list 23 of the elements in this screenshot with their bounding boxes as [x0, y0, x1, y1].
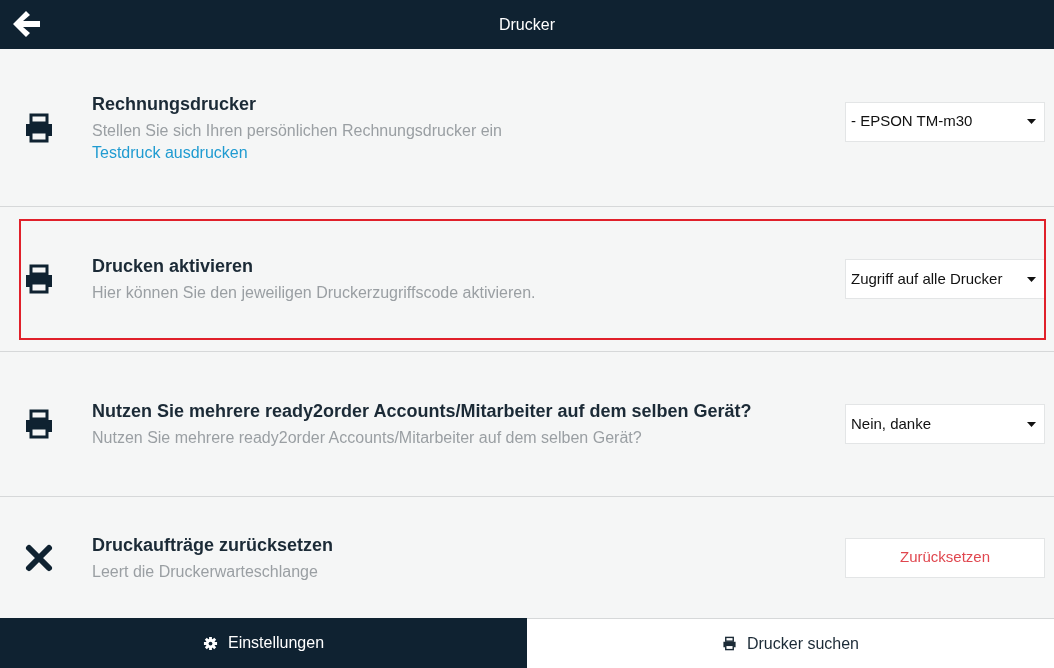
dropdown-select[interactable]: Zugriff auf alle Drucker [845, 259, 1045, 299]
dropdown-select[interactable]: Nein, danke [845, 404, 1045, 444]
section-description: Hier können Sie den jeweiligen Druckerzugriffscode aktivieren. [92, 283, 537, 303]
section-description: Stellen Sie sich Ihren persönlichen Rechnungsdrucker ein [92, 120, 503, 141]
section-title: Druckaufträge zurücksetzen [92, 533, 335, 557]
section-title: Drucken aktivieren [92, 255, 255, 278]
section-title: Rechnungsdrucker [92, 92, 258, 116]
printer-icon [721, 636, 737, 651]
caret-icon [1027, 421, 1036, 427]
dropdown-select[interactable]: - EPSON TM-m30 [845, 101, 1045, 142]
printer-icon [23, 408, 55, 440]
caret-icon [1027, 276, 1036, 282]
page-title: Drucker [499, 14, 555, 35]
caret-icon [1027, 119, 1036, 124]
settings-icon [202, 635, 218, 651]
printer-icon [23, 263, 55, 295]
footer-tab[interactable]: Einstellungen [0, 618, 527, 668]
section-title: Nutzen Sie mehrere ready2order Accounts/Mitarbeiter auf dem selben Gerät? [92, 400, 753, 423]
section-description: Leert die Druckerwarteschlange [92, 561, 319, 582]
reset-button[interactable]: Zurücksetzen [845, 537, 1045, 578]
footer-tab[interactable]: Drucker suchen [527, 618, 1054, 668]
printer-icon [23, 111, 55, 144]
section-description: Nutzen Sie mehrere ready2order Accounts/Mitarbeiter auf dem selben Gerät? [92, 428, 643, 448]
